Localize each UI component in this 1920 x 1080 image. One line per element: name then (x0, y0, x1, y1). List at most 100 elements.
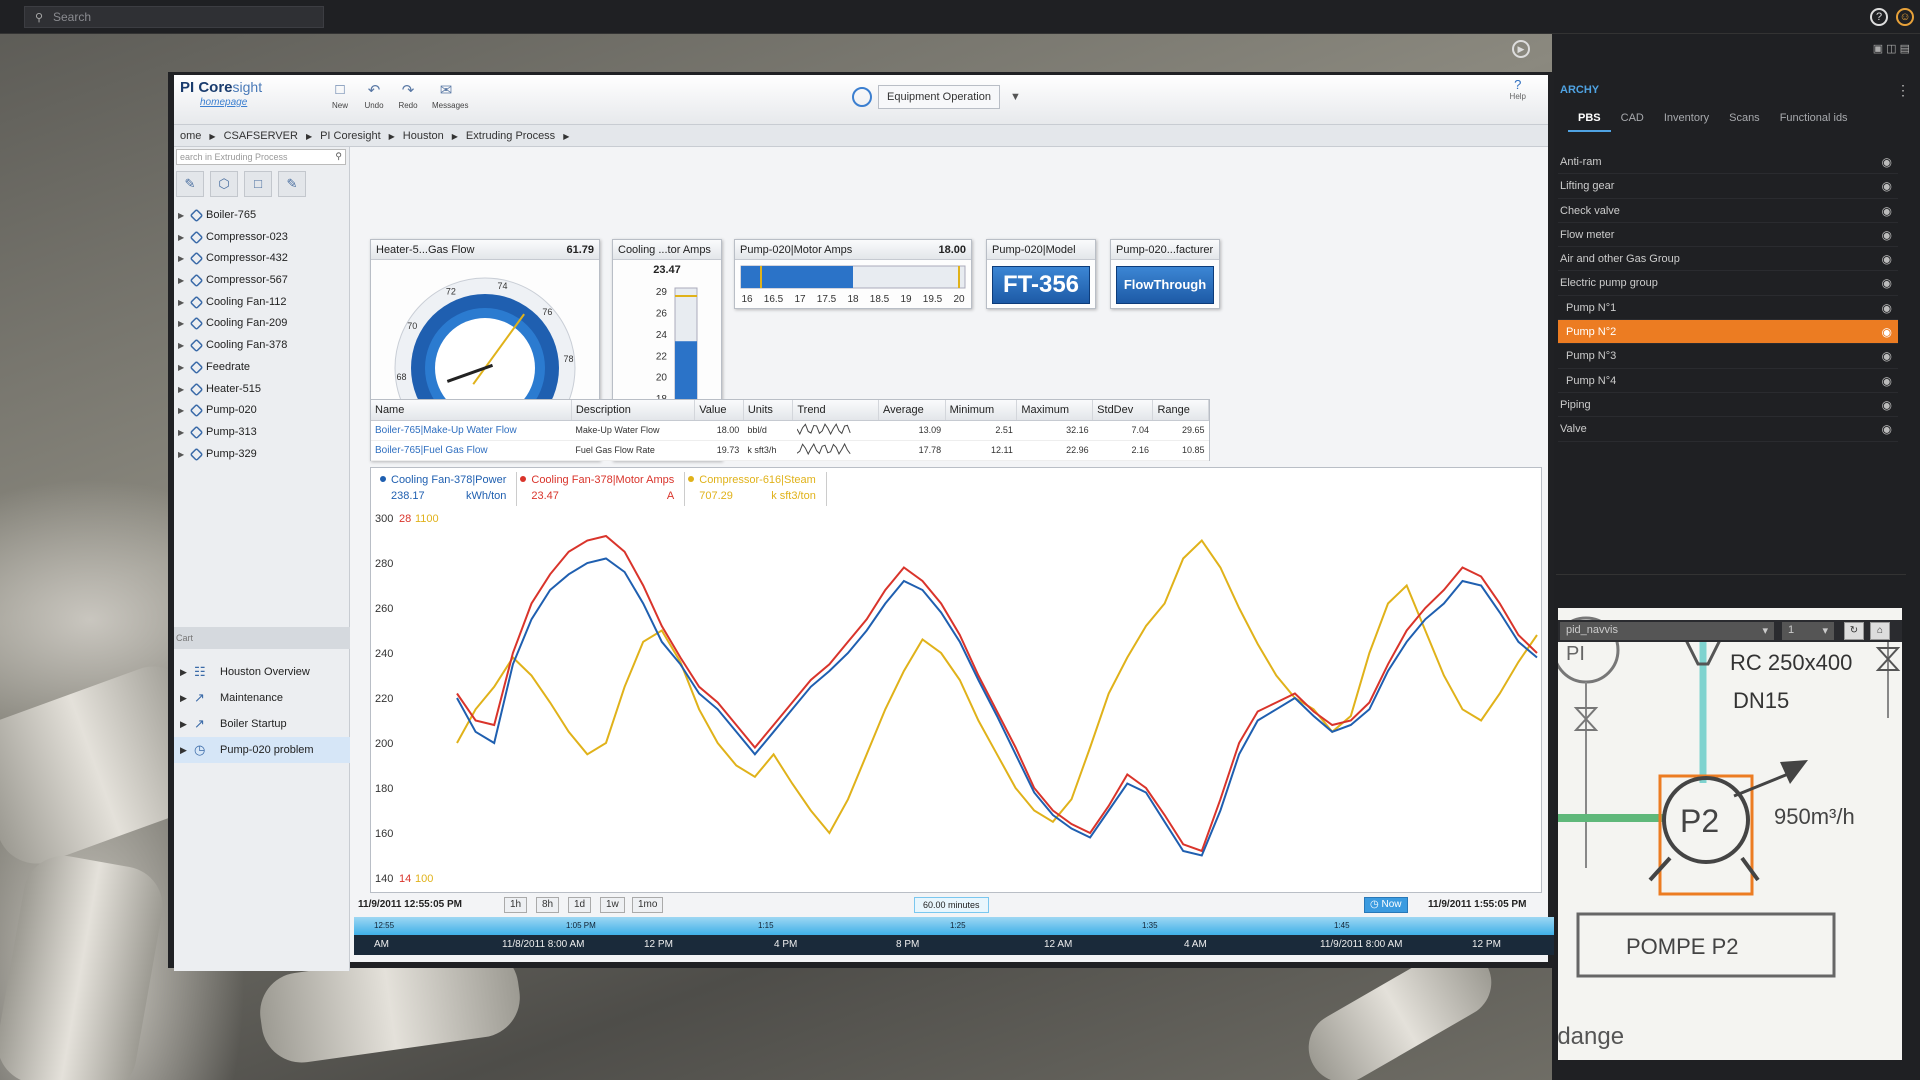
pid-page-select[interactable]: 1 ▾ (1782, 622, 1834, 640)
asset-search-input[interactable]: earch in Extruding Process ⚲ (176, 149, 346, 165)
tab-scans[interactable]: Scans (1719, 112, 1770, 132)
range-8h-button[interactable]: 8h (536, 897, 560, 913)
expand-icon[interactable]: ▶ (178, 313, 184, 334)
expand-icon[interactable]: ▶ (178, 444, 184, 465)
range-1w-button[interactable]: 1w (600, 897, 625, 913)
range-1d-button[interactable]: 1d (568, 897, 592, 913)
column-header[interactable]: StdDev (1092, 400, 1154, 421)
homepage-link[interactable]: homepage (200, 97, 247, 108)
pid-select[interactable]: pid_navvis ▾ (1560, 622, 1774, 640)
breadcrumb-item[interactable]: Extruding Process (466, 130, 555, 142)
expand-icon[interactable]: ▶ (178, 379, 184, 400)
hierarchy-item[interactable]: Pump N°1 ◉ (1558, 296, 1898, 321)
tree-item[interactable]: ▶ Boiler-765 (174, 205, 350, 227)
hierarchy-item[interactable]: Pump N°4 ◉ (1558, 369, 1898, 393)
tab-pbs[interactable]: PBS (1568, 112, 1611, 132)
tree-item[interactable]: ▶ Feedrate (174, 357, 350, 379)
table-cell[interactable]: Boiler-765|Fuel Gas Flow (371, 440, 572, 461)
column-header[interactable]: Maximum (1016, 400, 1094, 421)
start-time[interactable]: 11/9/2011 12:55:05 PM (358, 895, 462, 915)
summary-table[interactable]: Name Description Value Units Trend Average Min… (370, 399, 1210, 461)
tree-item[interactable]: ▶ Compressor-567 (174, 270, 350, 292)
eye-icon[interactable]: ◉ (1882, 320, 1892, 344)
eye-icon[interactable]: ◉ (1882, 393, 1892, 417)
global-search-input[interactable]: ⚲ Search (24, 6, 324, 28)
tree-item[interactable]: ▶ Pump-020 (174, 400, 350, 422)
table-row[interactable]: Boiler-765|Make-Up Water Flow Make-Up Wat… (371, 420, 1209, 441)
column-header[interactable]: Minimum (945, 400, 1018, 421)
edit-icon[interactable]: ✎ (278, 171, 306, 197)
eye-icon[interactable]: ◉ (1882, 150, 1892, 174)
expand-icon[interactable]: ▶ (178, 227, 184, 248)
new-button[interactable]: □ New (326, 81, 354, 110)
hierarchy-item[interactable]: Electric pump group ◉ (1558, 271, 1898, 296)
pid-drawing-viewer[interactable]: PI RC 250x400 DN15 P2 950m³/h POMPE P2 l… (1558, 608, 1902, 1060)
asset-icon[interactable]: ⬡ (210, 171, 238, 197)
expand-icon[interactable]: ▶ (178, 205, 184, 226)
manufacturer-tile[interactable]: Pump-020...facturer FlowThrough (1110, 239, 1220, 309)
expand-icon[interactable]: ▶ (178, 248, 184, 269)
expand-icon[interactable]: ▶ (180, 737, 187, 763)
hierarchy-item[interactable]: Anti-ram ◉ (1558, 150, 1898, 175)
expand-icon[interactable]: ▶ (178, 357, 184, 378)
table-row[interactable]: Boiler-765|Fuel Gas Flow Fuel Gas Flow Ra… (371, 440, 1209, 461)
panel-divider[interactable] (1556, 574, 1906, 575)
home-icon[interactable]: ⌂ (1870, 622, 1890, 640)
eye-icon[interactable]: ◉ (1882, 344, 1892, 368)
column-header[interactable]: Value (694, 400, 744, 421)
display-item[interactable]: ▶ ◷ Pump-020 problem (174, 737, 350, 763)
column-header[interactable]: Description (571, 400, 696, 421)
tree-item[interactable]: ▶ Compressor-023 (174, 227, 350, 249)
eye-icon[interactable]: ◉ (1882, 417, 1892, 441)
link-icon[interactable]: ✎ (176, 171, 204, 197)
table-cell[interactable]: Boiler-765|Make-Up Water Flow (371, 420, 572, 441)
expand-icon[interactable]: ▶ (178, 335, 184, 356)
column-header[interactable]: Range (1152, 400, 1209, 421)
undo-button[interactable]: ↶ Undo (360, 81, 388, 110)
hierarchy-item[interactable]: Piping ◉ (1558, 393, 1898, 418)
tree-item[interactable]: ▶ Cooling Fan-112 (174, 292, 350, 314)
column-header[interactable]: Trend (792, 400, 879, 421)
column-header[interactable]: Units (743, 400, 794, 421)
tree-item[interactable]: ▶ Pump-329 (174, 444, 350, 466)
eye-icon[interactable]: ◉ (1882, 369, 1892, 393)
tree-item[interactable]: ▶ Compressor-432 (174, 248, 350, 270)
breadcrumb-item[interactable]: CSAFSERVER (224, 130, 298, 142)
tab-functional-ids[interactable]: Functional ids (1770, 112, 1858, 132)
range-1mo-button[interactable]: 1mo (632, 897, 664, 913)
tree-item[interactable]: ▶ Cooling Fan-209 (174, 313, 350, 335)
display-item[interactable]: ▶ ↗ Boiler Startup (174, 711, 350, 737)
duration-field[interactable]: 60.00 minutes (914, 897, 989, 913)
time-overview[interactable]: AM 11/8/2011 8:00 AM 12 PM 4 PM 8 PM 12 AM 4 A… (354, 935, 1554, 955)
tree-item[interactable]: ▶ Pump-313 (174, 422, 350, 444)
horizontal-bar-tile[interactable]: Pump-020|Motor Amps 18.00 16 16.5 17 17.5 18 1… (734, 239, 972, 309)
eye-icon[interactable]: ◉ (1882, 223, 1892, 247)
help-button[interactable]: ? Help (1510, 77, 1526, 101)
hierarchy-item[interactable]: Lifting gear ◉ (1558, 174, 1898, 199)
play-icon[interactable]: ▶ (1512, 40, 1530, 58)
eye-icon[interactable]: ◉ (1882, 174, 1892, 198)
breadcrumb-item[interactable]: Houston (403, 130, 444, 142)
messages-button[interactable]: ✉ Messages (432, 81, 468, 110)
model-tile[interactable]: Pump-020|Model FT-356 (986, 239, 1096, 309)
trend-chart[interactable]: Cooling Fan-378|Power 238.17 kWh/ton Coolin… (370, 467, 1542, 893)
hierarchy-item[interactable]: Air and other Gas Group ◉ (1558, 247, 1898, 272)
user-icon[interactable]: ☺ (1896, 8, 1914, 26)
eye-icon[interactable]: ◉ (1882, 296, 1892, 320)
end-time[interactable]: 11/9/2011 1:55:05 PM (1428, 895, 1526, 915)
redo-button[interactable]: ↷ Redo (394, 81, 422, 110)
breadcrumb-item[interactable]: ome (180, 130, 201, 142)
display-selector[interactable]: Equipment Operation ▼ (852, 85, 1021, 109)
eye-icon[interactable]: ◉ (1882, 271, 1892, 295)
eye-icon[interactable]: ◉ (1882, 247, 1892, 271)
help-icon[interactable]: ? (1870, 8, 1888, 26)
more-menu-icon[interactable]: ⋮ (1896, 82, 1910, 99)
display-item[interactable]: ▶ ☷ Houston Overview (174, 659, 350, 685)
column-header[interactable]: Average (878, 400, 946, 421)
expand-icon[interactable]: ▶ (180, 711, 187, 737)
expand-icon[interactable]: ▶ (178, 292, 184, 313)
hierarchy-item[interactable]: Pump N°3 ◉ (1558, 344, 1898, 369)
layout-icons[interactable]: ▣ ◫ ▤ (1873, 42, 1910, 55)
link-icon[interactable]: ↻ (1844, 622, 1864, 640)
expand-icon[interactable]: ▶ (180, 659, 187, 685)
